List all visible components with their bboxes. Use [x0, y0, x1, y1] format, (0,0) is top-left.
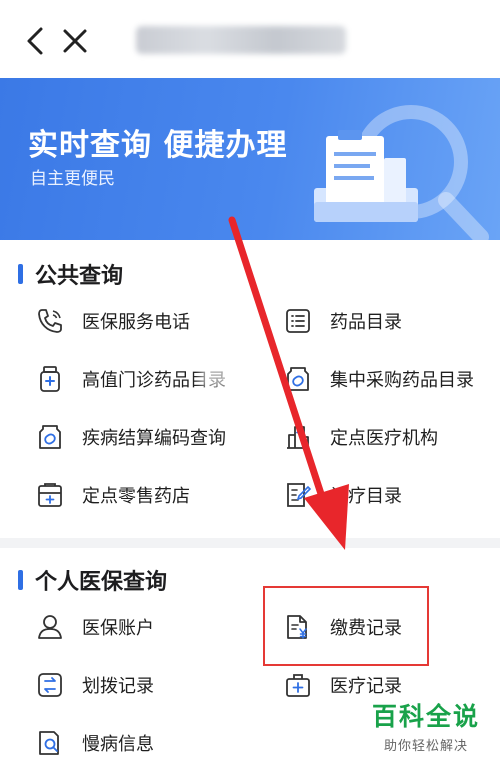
blurred-area — [200, 358, 260, 388]
list-icon — [286, 309, 310, 333]
item-label: 慢病信息 — [82, 734, 154, 755]
close-icon[interactable] — [60, 24, 90, 58]
section-accent-bar — [18, 570, 23, 590]
blurred-area — [180, 670, 250, 698]
section-title-personal-query: 个人医保查询 — [18, 564, 167, 596]
highlight-box-payment-record — [263, 586, 429, 666]
document-search-illustration-icon — [314, 105, 489, 240]
medicine-bottle-icon — [40, 366, 60, 392]
public-item-retail-pharmacy[interactable]: 定点零售药店 — [36, 475, 190, 515]
item-label: 定点医疗机构 — [330, 428, 438, 449]
phone-icon — [38, 309, 62, 333]
back-arrow-icon[interactable] — [20, 24, 50, 58]
item-label: 药品目录 — [330, 312, 402, 333]
item-label: 医保账户 — [82, 618, 154, 639]
public-query-card: 公共查询 医保服务电话 药品目录 高值门诊药品目录 集中采购药品目录 疾病结算编… — [0, 240, 500, 538]
chronic-disease-icon — [39, 731, 59, 755]
section-title-public-query: 公共查询 — [18, 258, 123, 290]
transfer-icon — [38, 673, 62, 697]
section-title-text: 个人医保查询 — [35, 570, 168, 595]
treatment-list-icon — [287, 483, 312, 507]
public-item-designated-hospital[interactable]: 定点医疗机构 — [284, 417, 438, 457]
watermark-logo: 百科全说 助你轻松解决 — [372, 697, 480, 754]
public-item-outpatient-drug-catalog[interactable]: 高值门诊药品目录 — [36, 359, 226, 399]
banner-title: 实时查询 便捷办理 — [28, 128, 288, 163]
user-icon — [38, 615, 62, 639]
item-label: 集中采购药品目录 — [330, 370, 474, 391]
item-label: 医保服务电话 — [82, 312, 190, 333]
item-label: 定点零售药店 — [82, 486, 190, 507]
pharmacy-icon — [38, 483, 62, 507]
public-item-central-procurement[interactable]: 集中采购药品目录 — [284, 359, 474, 399]
medical-kit-icon — [286, 674, 310, 697]
public-item-service-phone[interactable]: 医保服务电话 — [36, 301, 190, 341]
item-label: 医疗记录 — [330, 676, 402, 697]
public-item-treatment-catalog[interactable]: 诊疗目录 — [284, 475, 402, 515]
personal-item-chronic-disease[interactable]: 慢病信息 — [36, 723, 154, 759]
pill-code-icon — [39, 425, 61, 449]
public-item-disease-code[interactable]: 疾病结算编码查询 — [36, 417, 226, 457]
banner-subtitle: 自主更便民 — [30, 169, 115, 189]
section-title-text: 公共查询 — [35, 264, 124, 289]
page-title-blurred — [136, 26, 346, 54]
watermark-sub-text: 助你轻松解决 — [384, 739, 469, 754]
top-nav-bar — [0, 0, 500, 78]
item-label: 诊疗目录 — [330, 486, 402, 507]
section-accent-bar — [18, 264, 23, 284]
personal-item-transfer-record[interactable]: 划拨记录 — [36, 665, 154, 705]
item-label: 划拨记录 — [82, 676, 154, 697]
personal-item-insurance-account[interactable]: 医保账户 — [36, 607, 154, 647]
pill-bag-icon — [287, 367, 309, 391]
item-label: 疾病结算编码查询 — [82, 428, 226, 449]
hero-banner: 实时查询 便捷办理 自主更便民 — [0, 78, 500, 240]
hospital-icon — [287, 426, 309, 449]
public-item-drug-catalog[interactable]: 药品目录 — [284, 301, 402, 341]
watermark-main-text: 百科全说 — [372, 702, 481, 731]
